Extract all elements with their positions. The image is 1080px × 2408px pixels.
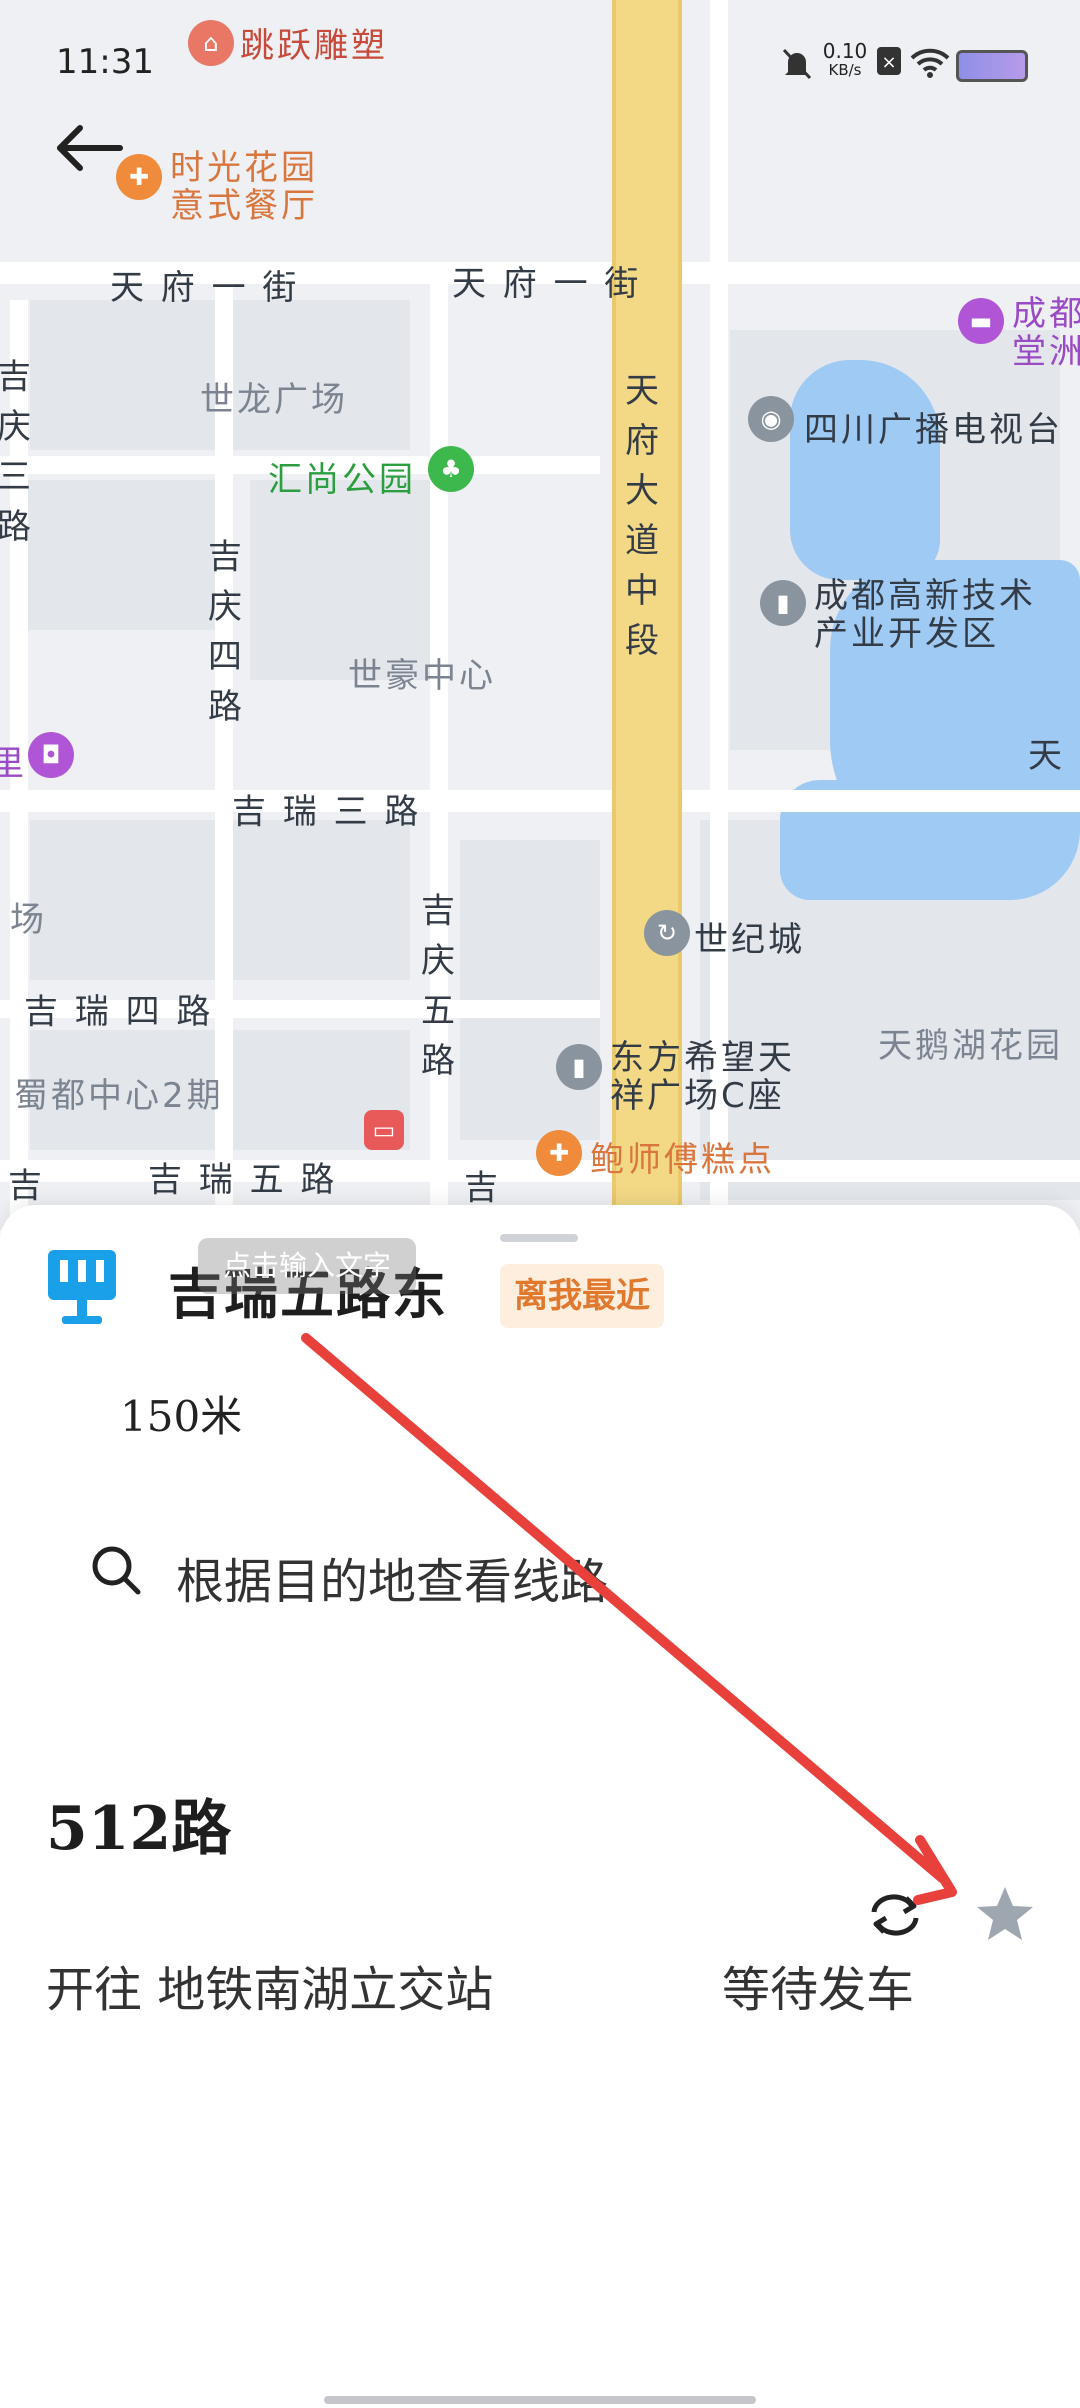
map-label: 里 [0, 744, 27, 784]
stop-distance: 150米 [120, 1392, 243, 1441]
map-view[interactable]: ⌂ 跳跃雕塑 ✚ 时光花园 意式餐厅 天 府 一 街 天 府 一 街 ▬ 成都 … [0, 0, 1080, 1230]
map-label[interactable]: 堂洲 [1012, 324, 1080, 373]
map-label: 场 [10, 900, 47, 940]
map-label: 世豪中心 [348, 656, 496, 696]
nearest-badge: 离我最近 [500, 1264, 664, 1328]
map-label: 吉庆五路 [421, 891, 455, 1081]
map-label: 吉庆四路 [208, 537, 242, 727]
building-pin-icon[interactable]: ▮ [760, 580, 806, 626]
home-indicator[interactable] [324, 2396, 756, 2404]
net-speed: 0.10 KB/s [822, 40, 868, 78]
net-speed-value: 0.10 [822, 39, 868, 63]
map-label: 天府大道中段 [625, 371, 659, 661]
map-label: 天 府 一 街 [110, 268, 300, 308]
clock: 11:31 [56, 42, 154, 82]
back-arrow-icon[interactable] [50, 118, 130, 178]
map-label[interactable]: 产业开发区 [814, 606, 999, 655]
route-direction[interactable]: 开往 地铁南湖立交站 [46, 1950, 493, 2020]
map-label[interactable]: 汇尚公园 [268, 452, 416, 501]
map-label[interactable]: 世纪城 [694, 912, 805, 961]
map-label[interactable]: 祥广场C座 [610, 1068, 785, 1117]
switch-direction-icon[interactable] [866, 1890, 924, 1940]
map-label: 吉 [464, 1168, 501, 1208]
battery-icon [956, 50, 1028, 82]
search-placeholder: 根据目的地查看线路 [176, 1554, 609, 1610]
map-label[interactable]: 意式餐厅 [170, 178, 318, 227]
bus-stop-pin-icon[interactable]: ▭ [364, 1110, 404, 1150]
map-label: 天 府 一 街 [452, 264, 642, 304]
metro-station-pin-icon[interactable]: ↻ [644, 910, 690, 956]
map-block [20, 480, 220, 630]
map-label: 蜀都中心2期 [14, 1076, 224, 1116]
route-status: 等待发车 [722, 1962, 915, 2018]
map-label: 天 [1028, 736, 1065, 776]
net-speed-unit: KB/s [828, 61, 862, 79]
search-icon [92, 1546, 141, 1595]
map-label: 吉 瑞 五 路 [148, 1160, 338, 1200]
map-label: 吉庆三路 [0, 357, 31, 547]
bus-stop-icon [48, 1250, 116, 1324]
sim-icon: × [877, 47, 901, 75]
route-name[interactable]: 512路 [46, 1780, 231, 1867]
input-tooltip[interactable]: 点击输入文字 [198, 1238, 416, 1294]
map-label: 吉 瑞 三 路 [232, 792, 422, 832]
building-pin-icon[interactable]: ▮ [556, 1044, 602, 1090]
road [430, 280, 448, 1230]
hotel-pin-icon[interactable]: ▬ [958, 298, 1004, 344]
road [0, 790, 1080, 812]
shopping-pin-icon[interactable]: ◘ [28, 732, 74, 778]
map-block [460, 840, 600, 1140]
svg-text:×: × [881, 52, 896, 73]
destination-search[interactable]: 根据目的地查看线路 [88, 1530, 988, 1610]
lake [790, 360, 940, 580]
tv-station-pin-icon[interactable]: ◉ [748, 396, 794, 442]
map-label: 天鹅湖花园 [878, 1026, 1063, 1066]
map-label: 吉 瑞 四 路 [24, 992, 214, 1032]
restaurant-pin-icon[interactable]: ✚ [536, 1130, 582, 1176]
map-label: 世龙广场 [200, 380, 348, 420]
favorite-star-icon[interactable] [974, 1884, 1036, 1944]
map-label: 吉 [8, 1166, 45, 1206]
wifi-icon [910, 48, 950, 78]
map-label[interactable]: 鲍师傅糕点 [590, 1132, 775, 1181]
map-label[interactable]: 四川广播电视台 [804, 402, 1063, 451]
sheet-drag-handle[interactable] [500, 1234, 578, 1242]
mute-icon [782, 48, 812, 80]
status-bar: 11:31 0.10 KB/s × [0, 30, 1080, 100]
park-pin-icon[interactable]: ♣ [428, 446, 474, 492]
